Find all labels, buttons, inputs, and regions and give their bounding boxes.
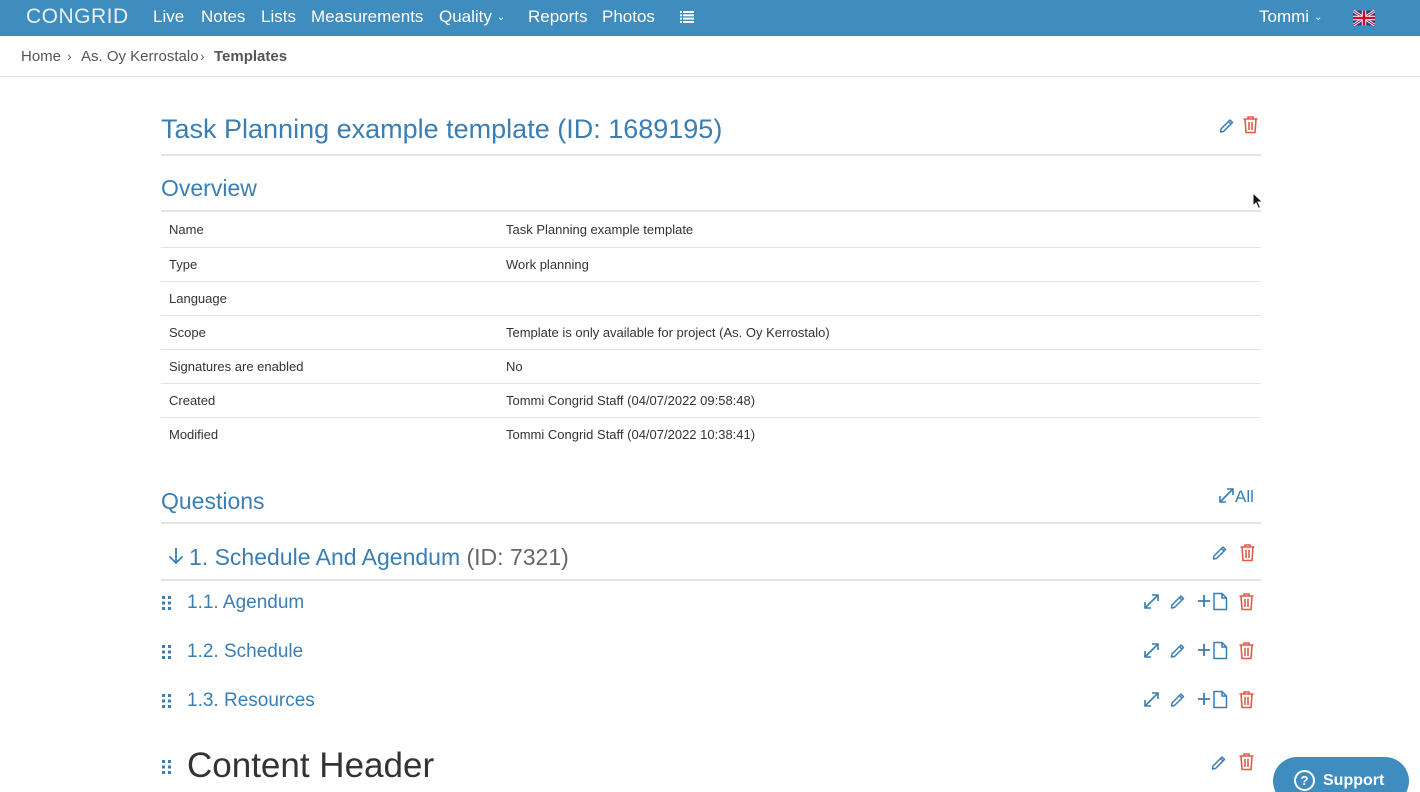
top-navbar: CONGRID Live Notes Lists Measurements Qu… — [0, 0, 1420, 36]
overview-heading: Overview — [161, 175, 257, 201]
breadcrumb-project[interactable]: As. Oy Kerrostalo — [81, 48, 199, 65]
nav-notes[interactable]: Notes — [201, 7, 245, 27]
table-row: Language — [161, 281, 1261, 316]
table-row: Signatures are enabled No — [161, 349, 1261, 384]
support-label: Support — [1323, 772, 1385, 789]
list-view-icon[interactable] — [680, 11, 694, 23]
expand-all-button[interactable]: All — [1218, 487, 1254, 507]
row-key: Created — [161, 383, 498, 418]
question-label[interactable]: 1.2. Schedule — [187, 641, 303, 663]
row-key: Scope — [161, 315, 498, 350]
mouse-cursor-icon — [1252, 192, 1264, 210]
question-label[interactable]: 1.3. Resources — [187, 690, 315, 712]
row-value — [498, 281, 1261, 316]
question-group-divider — [161, 579, 1261, 581]
trash-icon[interactable] — [1238, 690, 1255, 709]
nav-lists[interactable]: Lists — [261, 7, 296, 27]
nav-photos[interactable]: Photos — [602, 7, 655, 27]
row-key: Signatures are enabled — [161, 349, 498, 384]
nav-quality[interactable]: Quality ⌄ — [439, 7, 505, 27]
add-document-icon[interactable] — [1197, 690, 1229, 709]
row-key: Name — [161, 213, 498, 248]
trash-icon[interactable] — [1238, 641, 1255, 660]
add-document-icon[interactable] — [1197, 641, 1229, 660]
trash-icon[interactable] — [1239, 543, 1256, 562]
uk-flag-icon[interactable] — [1353, 10, 1375, 26]
pencil-icon[interactable] — [1169, 641, 1187, 659]
list-item: 1.3. Resources — [161, 683, 1261, 723]
arrow-down-icon[interactable] — [167, 546, 185, 566]
breadcrumb: Home › As. Oy Kerrostalo › Templates — [0, 36, 1420, 77]
row-key: Modified — [169, 426, 219, 442]
row-value: Tommi Congrid Staff (04/07/2022 10:38:41… — [506, 426, 756, 442]
list-item: 1.2. Schedule — [161, 634, 1261, 674]
overview-table: Name Task Planning example template Type W… — [161, 213, 1261, 451]
table-row: Modified Tommi Congrid Staff (04/07/2022 … — [161, 417, 1261, 451]
chevron-down-icon: ⌄ — [1314, 12, 1323, 23]
question-group-title[interactable]: 1. Schedule And Agendum (ID: 7321) — [167, 544, 569, 571]
user-menu[interactable]: Tommi ⌄ — [1259, 7, 1322, 27]
add-document-icon[interactable] — [1197, 592, 1229, 611]
title-divider — [161, 154, 1261, 156]
list-item: 1.1. Agendum — [161, 585, 1261, 625]
chevron-down-icon: ⌄ — [496, 12, 506, 23]
drag-handle-icon[interactable] — [161, 644, 173, 660]
nav-live[interactable]: Live — [153, 7, 184, 27]
table-row: Created Tommi Congrid Staff (04/07/2022 0… — [161, 383, 1261, 418]
row-value: Task Planning example template — [498, 213, 1261, 248]
row-value: No — [498, 349, 1261, 384]
table-row: Name Task Planning example template — [161, 213, 1261, 248]
row-key: Language — [161, 281, 498, 316]
breadcrumb-chevron-icon: › — [200, 48, 205, 64]
question-group-label: 1. Schedule And Agendum — [189, 544, 461, 570]
page-title: Task Planning example template (ID: 1689… — [161, 114, 723, 144]
breadcrumb-chevron-icon: › — [67, 48, 72, 64]
row-value: Tommi Congrid Staff (04/07/2022 09:58:48… — [498, 383, 1261, 418]
drag-handle-icon[interactable] — [161, 595, 173, 611]
support-button[interactable]: ? Support — [1273, 757, 1409, 792]
pencil-icon[interactable] — [1218, 116, 1236, 134]
question-group-id: (ID: 7321) — [466, 544, 569, 570]
congrid-logo[interactable]: CONGRID — [26, 5, 129, 29]
pencil-icon[interactable] — [1211, 543, 1229, 561]
expand-icon — [1219, 488, 1234, 503]
pencil-icon[interactable] — [1210, 753, 1228, 771]
expand-all-label: All — [1235, 487, 1254, 506]
questions-heading: Questions — [161, 488, 265, 514]
user-name: Tommi — [1259, 7, 1310, 26]
pencil-icon[interactable] — [1169, 690, 1187, 708]
drag-handle-icon[interactable] — [161, 759, 173, 775]
nav-quality-label: Quality — [439, 7, 492, 26]
help-icon: ? — [1294, 770, 1315, 791]
nav-measurements[interactable]: Measurements — [311, 7, 423, 27]
expand-icon[interactable] — [1143, 642, 1160, 659]
overview-divider — [161, 210, 1261, 212]
breadcrumb-current: Templates — [214, 48, 288, 65]
expand-icon[interactable] — [1143, 691, 1160, 708]
row-value: Template is only available for project (… — [498, 315, 1261, 350]
expand-icon[interactable] — [1143, 593, 1160, 610]
row-value: Work planning — [498, 247, 1261, 282]
table-row: Scope Template is only available for proj… — [161, 315, 1261, 350]
content-header[interactable]: Content Header — [187, 746, 434, 786]
row-key: Type — [161, 247, 498, 282]
drag-handle-icon[interactable] — [161, 693, 173, 709]
breadcrumb-home[interactable]: Home — [21, 48, 61, 65]
trash-icon[interactable] — [1238, 752, 1255, 771]
nav-reports[interactable]: Reports — [528, 7, 588, 27]
trash-icon[interactable] — [1238, 592, 1255, 611]
table-row: Type Work planning — [161, 247, 1261, 282]
trash-icon[interactable] — [1242, 115, 1259, 134]
pencil-icon[interactable] — [1169, 592, 1187, 610]
questions-divider — [161, 522, 1261, 524]
question-label[interactable]: 1.1. Agendum — [187, 592, 304, 614]
